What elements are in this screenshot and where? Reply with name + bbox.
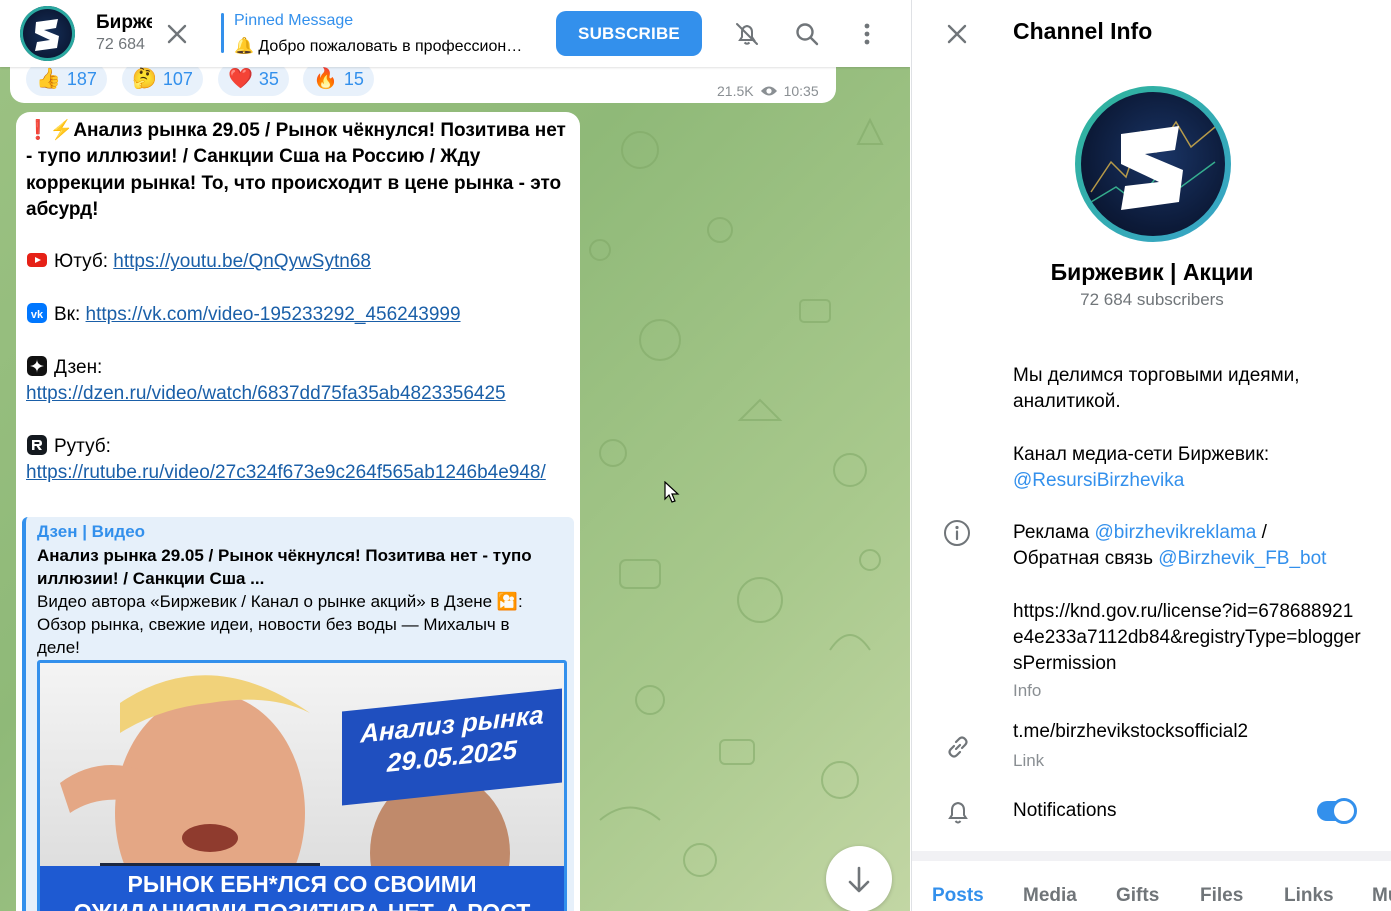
dzen-link[interactable]: https://dzen.ru/video/watch/6837dd75fa35… [26,383,506,404]
link-preview[interactable]: Дзен | Видео Анализ рынка 29.05 / Рынок … [22,517,574,911]
close-icon[interactable] [940,17,974,51]
avatar-image [1081,92,1225,236]
reaction-fire[interactable]: 🔥 15 [303,62,374,96]
media-tabs: Posts Media Gifts Files Links Music [912,861,1391,911]
message-time: 10:35 [783,83,819,99]
youtube-link[interactable]: https://youtu.be/QnQywSytn68 [113,251,371,272]
preview-site-name: Дзен | Видео [37,522,146,541]
preview-image-caption: РЫНОК ЕБН*ЛСЯ СО СВОИМИ ОЖИДАНИЯМИ ПОЗИТ… [40,866,564,911]
mute-icon[interactable] [730,17,764,51]
dzen-label: Дзен: [54,356,103,378]
search-icon[interactable] [790,17,824,51]
reaction-heart[interactable]: ❤️ 35 [218,62,289,96]
arrow-down-icon [848,866,870,893]
close-icon[interactable] [160,17,194,51]
reaction-emoji: 🤔 [132,68,157,90]
rutube-link[interactable]: https://rutube.ru/video/27c324f673e9c264… [26,462,546,483]
section-divider [912,851,1391,861]
info-block: Реклама @birzhevikreklama / Обратная свя… [1013,520,1363,704]
feedback-link[interactable]: @Birzhevik_FB_bot [1158,548,1326,569]
pinned-text[interactable]: 🔔 Добро пожаловать в профессиональное со… [234,36,530,56]
reaction-emoji: 👍 [36,68,61,90]
youtube-icon [27,253,47,268]
mouse-cursor-icon [664,481,680,503]
dzen-icon [27,355,47,376]
channel-logo-icon [35,19,59,51]
description-line: Мы делимся торговыми идеями, аналитикой. [1013,365,1300,413]
message-meta: 21.5K 10:35 [717,83,819,99]
feedback-label: Обратная связь [1013,548,1159,570]
message-title: ❗⚡Анализ рынка 29.05 / Рынок чёкнулся! П… [26,120,566,220]
vk-icon: vk [27,303,47,324]
description-network: Канал медиа-сети Биржевик: @ResursiBirzh… [1013,442,1358,495]
views-count: 21.5K [717,83,754,99]
profile-subscribers: 72 684 subscribers [1080,290,1224,309]
channel-avatar-large[interactable] [1075,86,1231,242]
channel-logo-icon [1090,120,1216,210]
ad-separator: / [1256,522,1267,543]
vk-line: vk Вк: https://vk.com/video-195233292_456… [26,302,570,328]
ad-label: Реклама [1013,522,1095,543]
preview-title: Анализ рынка 29.05 / Рынок чёкнулся! Поз… [37,546,532,588]
reaction-count: 187 [66,68,97,89]
message-text: ❗⚡Анализ рынка 29.05 / Рынок чёкнулся! П… [26,118,570,486]
channel-link[interactable]: t.me/birzhevikstocksofficial2 [1013,721,1248,743]
youtube-line: Ютуб: https://youtu.be/QnQywSytn68 [26,249,570,275]
vk-link[interactable]: https://vk.com/video-195233292_456243999 [86,304,461,325]
tab-files[interactable]: Files [1200,885,1243,907]
tab-posts[interactable]: Posts [932,885,984,907]
rutube-icon [27,434,47,455]
link-label: Link [1013,751,1045,770]
chat-area: 👍 187 🤔 107 ❤️ 35 🔥 15 21.5K 10:35 ❗⚡Ана… [0,0,910,911]
rutube-label: Рутуб: [54,435,111,457]
ad-line: Реклама @birzhevikreklama / [1013,520,1363,546]
preview-image[interactable]: Анализ рынка 29.05.2025 РЫНОК ЕБН*ЛСЯ СО… [37,660,567,911]
notifications-toggle[interactable] [1317,798,1357,824]
toggle-knob [1331,798,1357,824]
tab-links[interactable]: Links [1284,885,1334,907]
tab-music[interactable]: Music [1372,885,1391,907]
dzen-line: Дзен: https://dzen.ru/video/watch/6837dd… [26,355,570,408]
feedback-line: Обратная связь @Birzhevik_FB_bot [1013,546,1363,572]
eye-icon [760,86,777,96]
pinned-indicator [221,13,224,53]
scroll-down-button[interactable] [826,846,892,911]
network-label: Канал медиа-сети Биржевик: [1013,443,1270,465]
notifications-label: Notifications [1013,800,1117,821]
reaction-count: 107 [162,68,193,89]
info-icon [944,520,970,546]
panel-title: Channel Info [1013,18,1153,44]
link-icon [948,736,968,758]
vk-label: Вк: [54,304,86,326]
reaction-count: 15 [343,68,364,89]
profile-name: Биржевик | Акции [1050,259,1254,285]
channel-avatar[interactable] [20,6,75,61]
svg-text:vk: vk [31,309,44,321]
reaction-thinking[interactable]: 🤔 107 [122,62,203,96]
ad-link[interactable]: @birzhevikreklama [1095,522,1257,543]
reaction-thumbs-up[interactable]: 👍 187 [26,62,107,96]
channel-description: Мы делимся торговыми идеями, аналитикой.… [1013,363,1358,494]
channel-subscribers: 72 684 [96,36,145,53]
pinned-title[interactable]: Pinned Message [234,12,353,30]
channel-name[interactable]: Биржевик | Акции [96,12,152,34]
reaction-count: 35 [258,68,279,89]
info-label: Info [1013,680,1042,700]
reaction-emoji: ❤️ [228,68,253,90]
chat-header: Биржевик | Акции 72 684 Pinned Message 🔔… [0,0,910,67]
bell-icon [948,801,968,824]
license-url[interactable]: https://knd.gov.ru/license?id=678688921e… [1013,599,1363,678]
tab-media[interactable]: Media [1023,885,1077,907]
reaction-emoji: 🔥 [313,68,338,90]
rutube-line: Рутуб: https://rutube.ru/video/27c324f67… [26,434,570,487]
subscribe-button[interactable]: SUBSCRIBE [556,11,702,56]
preview-description: Видео автора «Биржевик / Канал о рынке а… [37,592,523,657]
youtube-label: Ютуб: [54,251,114,273]
channel-info-panel: Channel Info Биржевик | Акции 72 684 sub… [911,0,1391,911]
network-link[interactable]: @ResursiBirzhevika [1013,470,1184,491]
tab-gifts[interactable]: Gifts [1116,885,1159,907]
more-icon[interactable] [850,17,884,51]
